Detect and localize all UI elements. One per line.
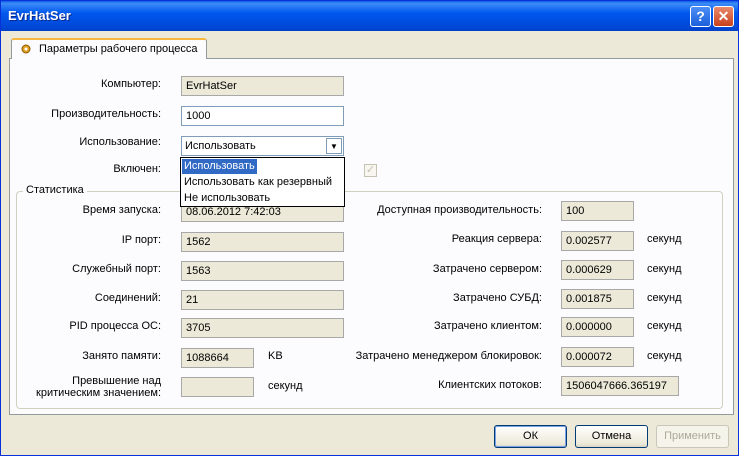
cancel-button[interactable]: Отмена — [575, 425, 648, 448]
service-port-field: 1563 — [181, 261, 344, 281]
lock-spent-field: 0.000072 — [561, 347, 634, 367]
gear-icon — [21, 44, 31, 54]
dbms-spent-field: 0.001875 — [561, 289, 634, 309]
connections-label: Соединений: — [94, 292, 161, 304]
ip-port-label: IP порт: — [121, 234, 161, 246]
memory-label: Занято памяти: — [82, 350, 161, 362]
client-threads-field: 1506047666.365197 — [561, 376, 679, 396]
computer-field: EvrHatSer — [181, 76, 344, 96]
memory-field: 1088664 — [181, 348, 254, 368]
usage-label: Использование: — [79, 136, 161, 148]
server-reaction-field: 0.002577 — [561, 231, 634, 251]
memory-unit: KB — [268, 350, 283, 362]
seconds-unit: секунд — [647, 233, 682, 245]
computer-label: Компьютер: — [101, 78, 161, 90]
client-spent-label: Затрачено клиентом: — [434, 320, 542, 332]
ok-button[interactable]: ОК — [494, 425, 567, 448]
tab-label: Параметры рабочего процесса — [39, 43, 198, 55]
usage-option[interactable]: Использовать как резервный — [182, 175, 343, 190]
title-bar[interactable]: EvrHatSer ? ✕ — [1, 1, 738, 31]
seconds-unit: секунд — [647, 292, 682, 304]
performance-label: Производительность: — [51, 108, 161, 120]
enabled-label: Включен: — [113, 163, 161, 175]
server-reaction-label: Реакция сервера: — [451, 233, 542, 245]
client-threads-label: Клиентских потоков: — [438, 379, 542, 391]
seconds-unit: секунд — [647, 263, 682, 275]
ip-port-field: 1562 — [181, 232, 344, 252]
enabled-checkbox[interactable]: ✓ — [364, 164, 377, 177]
tab-worker-params[interactable]: Параметры рабочего процесса — [11, 38, 207, 59]
usage-option[interactable]: Использовать — [182, 159, 257, 174]
lock-spent-label: Затрачено менеджером блокировок: — [355, 350, 542, 362]
connections-field: 21 — [181, 290, 344, 310]
available-perf-label: Доступная производительность: — [377, 204, 542, 216]
client-spent-field: 0.000000 — [561, 317, 634, 337]
dbms-spent-label: Затрачено СУБД: — [453, 292, 542, 304]
seconds-unit: секунд — [647, 350, 682, 362]
close-button[interactable]: ✕ — [713, 6, 734, 27]
start-time-label: Время запуска: — [82, 204, 161, 216]
usage-select[interactable]: Использовать ▼ — [181, 136, 344, 156]
pid-field: 3705 — [181, 318, 344, 338]
service-port-label: Служебный порт: — [72, 263, 161, 275]
usage-selected-value: Использовать — [185, 140, 256, 152]
usage-option[interactable]: Не использовать — [182, 191, 343, 206]
pid-label: PID процесса ОС: — [69, 320, 161, 332]
critical-unit: секунд — [268, 380, 303, 392]
server-spent-field: 0.000629 — [561, 260, 634, 280]
critical-field — [181, 377, 254, 397]
statistics-title: Статистика — [23, 184, 87, 196]
performance-input[interactable]: 1000 — [181, 106, 344, 126]
chevron-down-icon[interactable]: ▼ — [326, 138, 342, 154]
server-spent-label: Затрачено сервером: — [432, 263, 542, 275]
usage-dropdown-list: Использовать Использовать как резервный … — [180, 157, 345, 207]
dialog-window: EvrHatSer ? ✕ Параметры рабочего процесс… — [0, 0, 739, 456]
available-perf-field: 100 — [561, 201, 634, 221]
apply-button[interactable]: Применить — [656, 425, 729, 448]
help-button[interactable]: ? — [690, 6, 711, 27]
seconds-unit: секунд — [647, 320, 682, 332]
window-title: EvrHatSer — [8, 8, 71, 23]
critical-label: Превышение над критическим значением: — [36, 375, 161, 399]
